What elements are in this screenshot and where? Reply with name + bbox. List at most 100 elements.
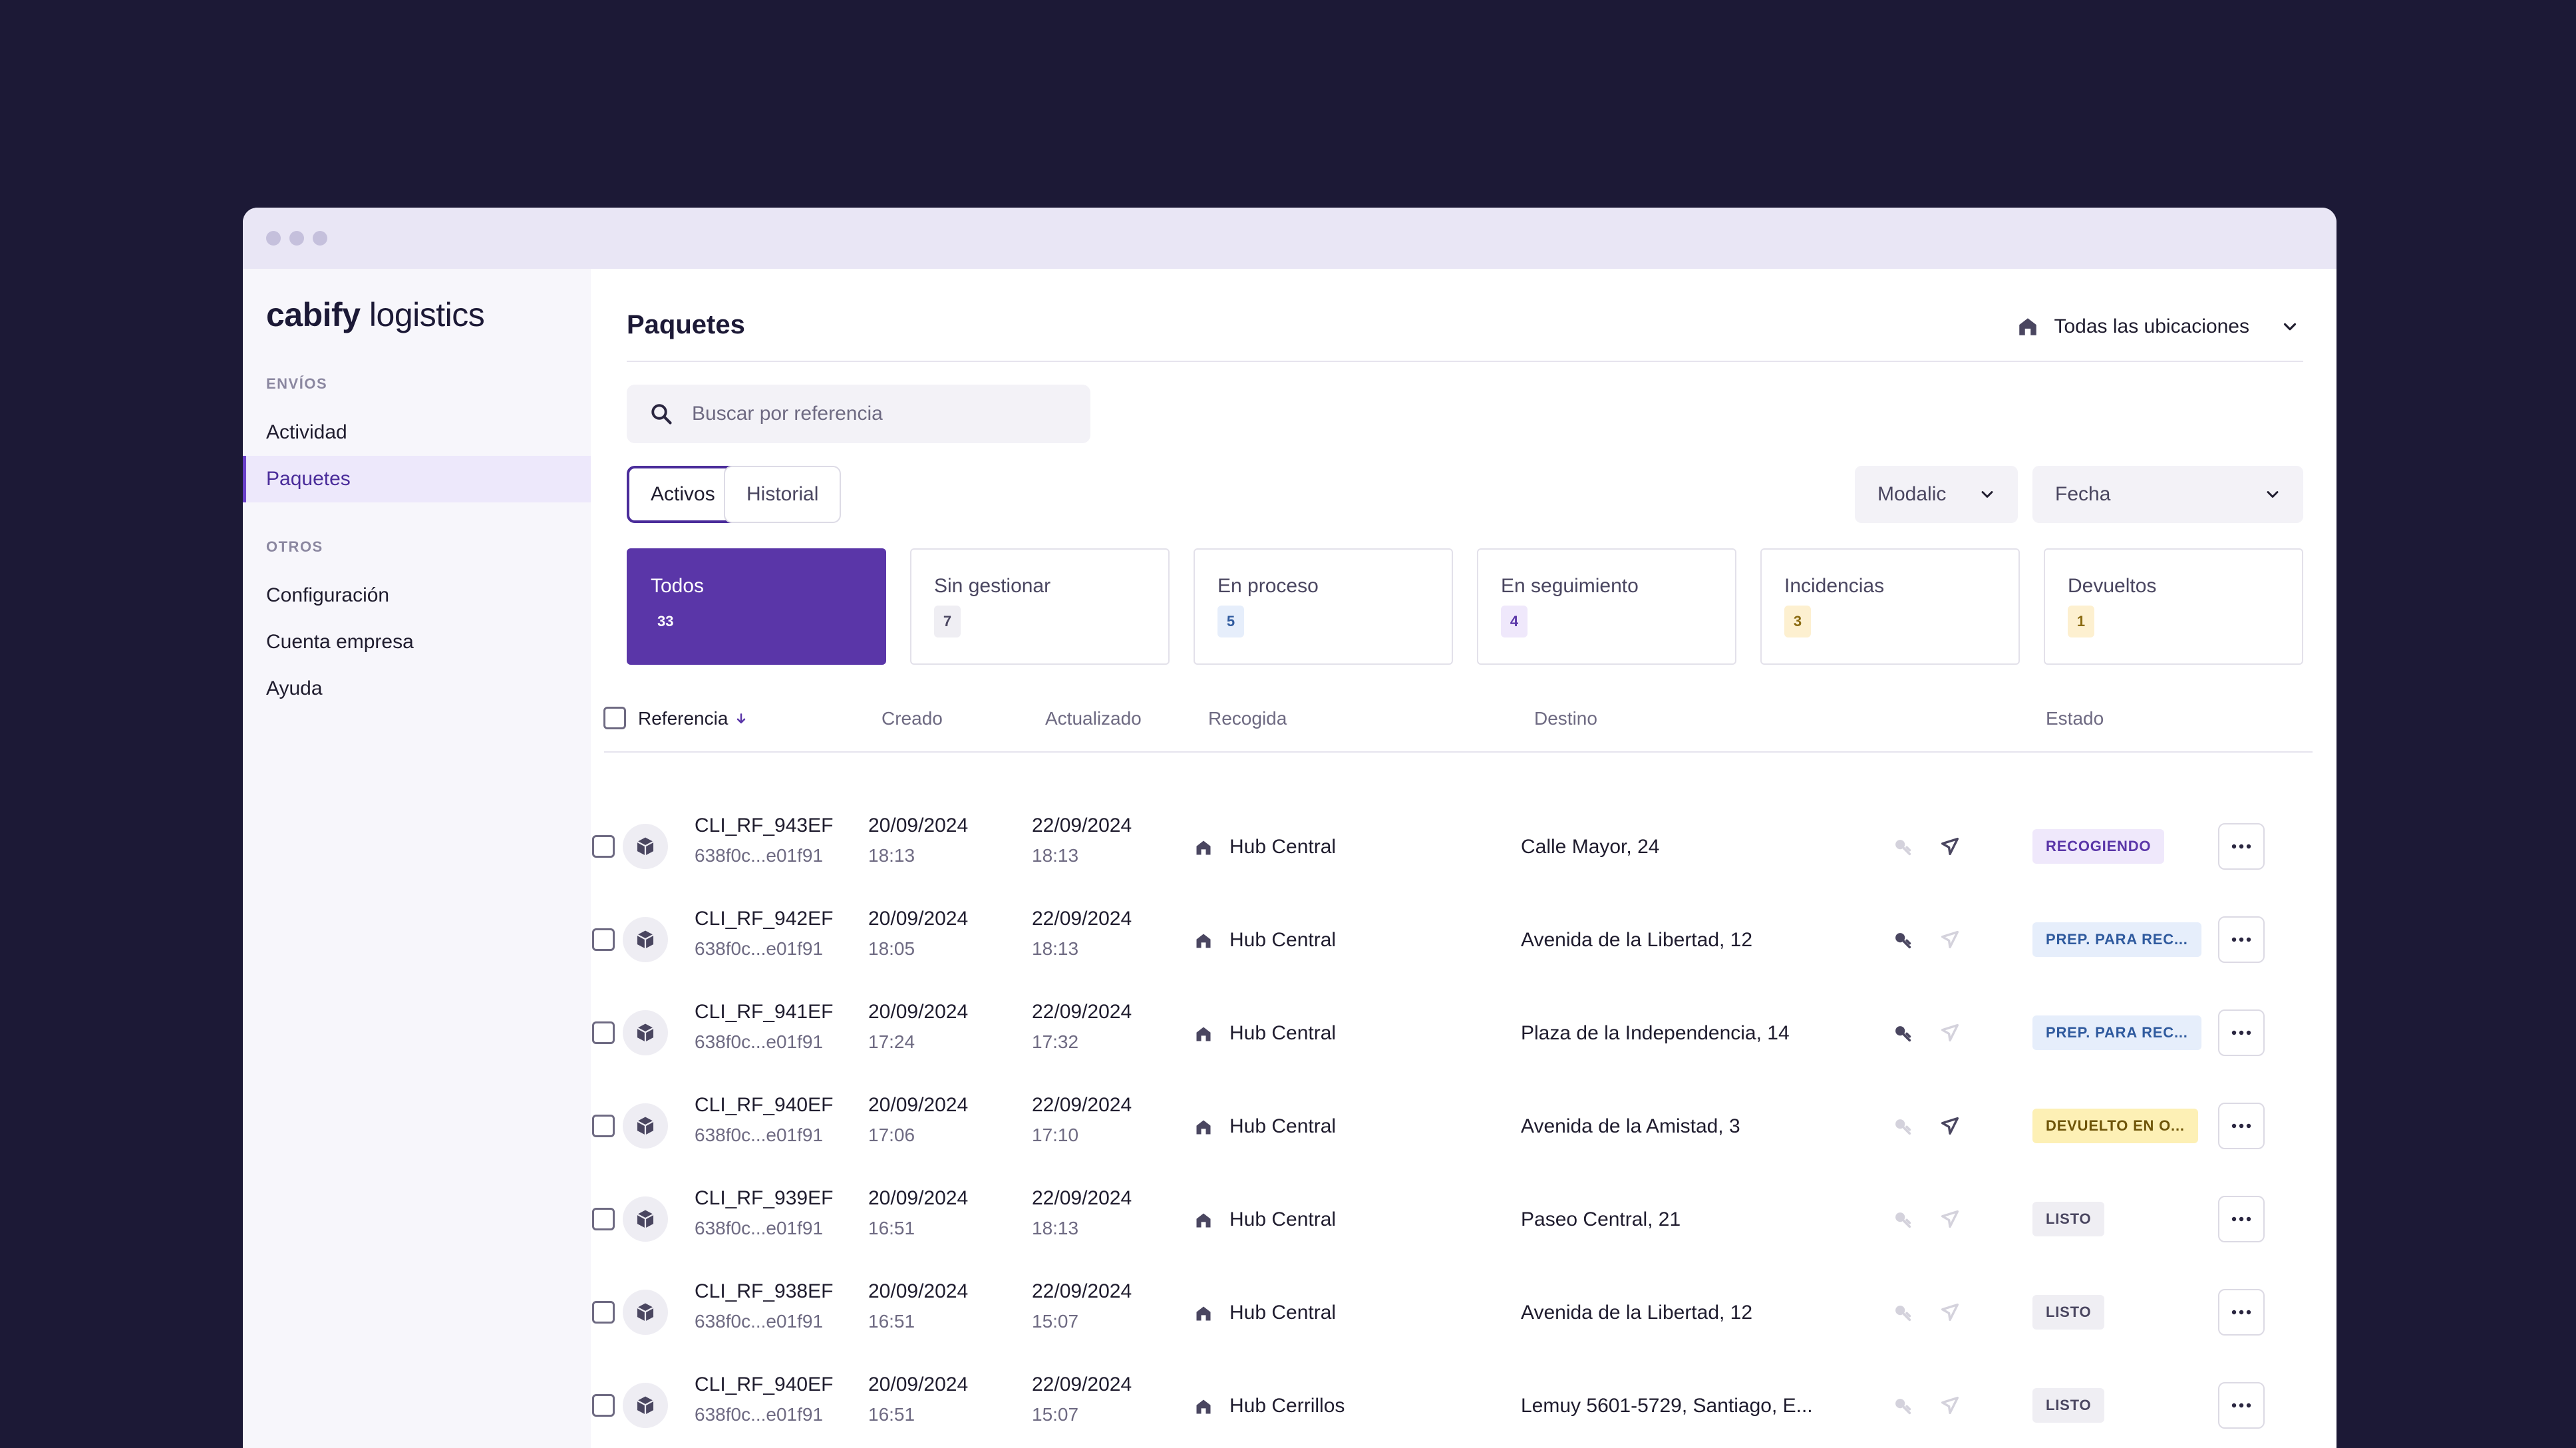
row-checkbox[interactable] bbox=[592, 1115, 615, 1137]
card-count: 3 bbox=[1784, 606, 1811, 637]
row-updated-time: 18:13 bbox=[1032, 1218, 1079, 1238]
row-updated-time: 17:10 bbox=[1032, 1125, 1079, 1145]
window-dot-close[interactable] bbox=[266, 231, 281, 246]
card-count: 5 bbox=[1217, 606, 1244, 637]
header-divider bbox=[627, 361, 2303, 362]
sort-arrow-down-icon bbox=[737, 713, 746, 724]
card-label: En seguimiento bbox=[1501, 575, 1639, 597]
status-card-en-seguimiento[interactable]: En seguimiento 4 bbox=[1477, 548, 1736, 665]
logo-brand: cabify bbox=[266, 296, 361, 333]
package-icon bbox=[623, 1010, 668, 1055]
sidebar-item-paquetes[interactable]: Paquetes bbox=[243, 456, 591, 502]
row-more-button[interactable] bbox=[2218, 1289, 2265, 1336]
row-id: 638f0c...e01f91 bbox=[695, 1311, 824, 1332]
row-reference[interactable]: CLI_RF_940EF bbox=[695, 1094, 833, 1117]
row-pickup: Hub Central bbox=[1229, 1022, 1337, 1044]
select-all-checkbox[interactable] bbox=[603, 707, 626, 729]
status-card-en-proceso[interactable]: En proceso 5 bbox=[1194, 548, 1453, 665]
more-dots-icon bbox=[2231, 1123, 2251, 1129]
row-updated-time: 18:13 bbox=[1032, 845, 1079, 866]
row-checkbox[interactable] bbox=[592, 928, 615, 951]
more-dots-icon bbox=[2231, 937, 2251, 942]
row-reference[interactable]: CLI_RF_939EF bbox=[695, 1187, 833, 1210]
row-updated-time: 17:32 bbox=[1032, 1031, 1079, 1052]
tracking-icon bbox=[1895, 840, 1911, 856]
express-delivery-icon bbox=[1941, 1303, 1959, 1322]
row-destination: Plaza de la Independencia, 14 bbox=[1521, 1022, 1790, 1044]
row-reference[interactable]: CLI_RF_940EF bbox=[695, 1373, 833, 1396]
status-card-devueltos[interactable]: Devueltos 1 bbox=[2044, 548, 2303, 665]
sidebar-item-configuracion[interactable]: Configuración bbox=[243, 572, 591, 619]
row-updated-date: 22/09/2024 bbox=[1032, 1001, 1132, 1023]
row-updated-date: 22/09/2024 bbox=[1032, 1373, 1132, 1395]
row-pickup: Hub Central bbox=[1229, 1208, 1337, 1230]
row-updated-date: 22/09/2024 bbox=[1032, 1280, 1132, 1302]
row-reference[interactable]: CLI_RF_941EF bbox=[695, 1001, 833, 1023]
fecha-dropdown[interactable]: Fecha bbox=[2032, 466, 2303, 523]
row-more-button[interactable] bbox=[2218, 916, 2265, 963]
row-reference[interactable]: CLI_RF_943EF bbox=[695, 814, 833, 837]
status-badge: RECOGIENDO bbox=[2032, 829, 2165, 864]
row-created-date: 20/09/2024 bbox=[868, 814, 969, 836]
tracking-icon bbox=[1895, 1212, 1911, 1228]
column-header-recogida[interactable]: Recogida bbox=[1208, 708, 1287, 729]
app-logo[interactable]: cabify logistics bbox=[266, 295, 485, 334]
row-checkbox[interactable] bbox=[592, 1208, 615, 1230]
row-reference[interactable]: CLI_RF_938EF bbox=[695, 1280, 833, 1303]
row-created-date: 20/09/2024 bbox=[868, 1373, 969, 1395]
status-card-incidencias[interactable]: Incidencias 3 bbox=[1760, 548, 2020, 665]
row-updated-date: 22/09/2024 bbox=[1032, 814, 1132, 836]
row-more-button[interactable] bbox=[2218, 1009, 2265, 1056]
table-header-divider bbox=[604, 751, 2313, 753]
row-checkbox[interactable] bbox=[592, 1021, 615, 1044]
status-badge: LISTO bbox=[2032, 1388, 2105, 1423]
row-more-button[interactable] bbox=[2218, 1103, 2265, 1149]
column-header-destino[interactable]: Destino bbox=[1534, 708, 1597, 729]
row-id: 638f0c...e01f91 bbox=[695, 845, 824, 866]
card-label: Devueltos bbox=[2068, 575, 2157, 597]
row-updated-date: 22/09/2024 bbox=[1032, 1094, 1132, 1116]
row-pickup: Hub Central bbox=[1229, 836, 1337, 858]
chevron-down-icon bbox=[1981, 491, 1993, 498]
row-updated-time: 15:07 bbox=[1032, 1404, 1079, 1425]
status-card-todos[interactable]: Todos 33 bbox=[627, 548, 886, 665]
modalidad-dropdown[interactable]: Modalic bbox=[1855, 466, 2018, 523]
row-checkbox[interactable] bbox=[592, 1301, 615, 1324]
row-checkbox[interactable] bbox=[592, 835, 615, 858]
column-header-creado[interactable]: Creado bbox=[882, 708, 943, 729]
sidebar-item-ayuda[interactable]: Ayuda bbox=[243, 665, 591, 712]
window-dot-minimize[interactable] bbox=[289, 231, 304, 246]
tracking-icon bbox=[1895, 1399, 1911, 1415]
row-destination: Avenida de la Libertad, 12 bbox=[1521, 929, 1753, 951]
chevron-down-icon bbox=[2267, 491, 2279, 498]
row-id: 638f0c...e01f91 bbox=[695, 1218, 824, 1238]
row-created-time: 18:13 bbox=[868, 845, 915, 866]
pickup-warehouse-icon bbox=[1194, 838, 1213, 860]
status-badge: LISTO bbox=[2032, 1202, 2105, 1236]
tab-historial[interactable]: Historial bbox=[724, 466, 842, 523]
window-dot-maximize[interactable] bbox=[313, 231, 327, 246]
status-card-sin-gestionar[interactable]: Sin gestionar 7 bbox=[910, 548, 1170, 665]
pickup-warehouse-icon bbox=[1194, 932, 1213, 954]
column-header-actualizado[interactable]: Actualizado bbox=[1045, 708, 1142, 729]
tracking-icon bbox=[1895, 1119, 1911, 1135]
nav-section-otros: OTROS bbox=[266, 538, 323, 555]
column-header-estado[interactable]: Estado bbox=[2046, 708, 2104, 729]
row-reference[interactable]: CLI_RF_942EF bbox=[695, 908, 833, 930]
row-more-button[interactable] bbox=[2218, 1382, 2265, 1429]
row-destination: Avenida de la Amistad, 3 bbox=[1521, 1115, 1740, 1137]
row-id: 638f0c...e01f91 bbox=[695, 1031, 824, 1052]
column-header-referencia[interactable]: Referencia bbox=[638, 708, 748, 729]
row-more-button[interactable] bbox=[2218, 1196, 2265, 1242]
sidebar-item-actividad[interactable]: Actividad bbox=[243, 409, 591, 456]
sidebar-item-cuenta-empresa[interactable]: Cuenta empresa bbox=[243, 619, 591, 665]
row-checkbox[interactable] bbox=[592, 1394, 615, 1417]
search-input[interactable] bbox=[692, 403, 1064, 425]
page-title: Paquetes bbox=[627, 310, 745, 339]
row-more-button[interactable] bbox=[2218, 823, 2265, 870]
tab-activos[interactable]: Activos bbox=[627, 466, 739, 523]
search-box[interactable] bbox=[627, 385, 1090, 443]
search-icon bbox=[651, 404, 672, 425]
location-selector[interactable]: Todas las ubicaciones bbox=[2016, 310, 2300, 343]
card-label: Todos bbox=[651, 575, 705, 597]
